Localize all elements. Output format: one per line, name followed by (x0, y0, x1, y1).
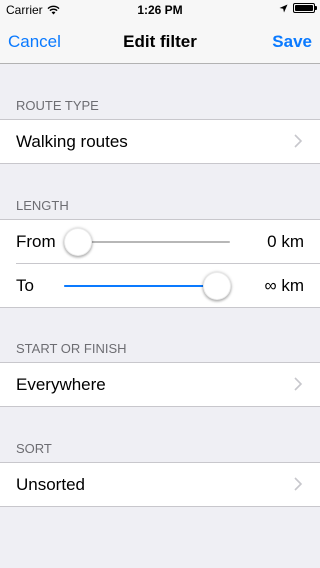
status-bar: Carrier 1:26 PM (0, 0, 320, 20)
length-from-slider-thumb[interactable] (64, 228, 92, 256)
length-from-label: From (16, 232, 56, 251)
route-type-header: ROUTE TYPE (16, 98, 99, 113)
sort-value: Unsorted (16, 475, 85, 494)
route-type-value: Walking routes (16, 132, 128, 151)
sort-group: Unsorted (0, 462, 320, 507)
length-from-slider[interactable] (64, 228, 230, 256)
length-header: LENGTH (16, 198, 69, 213)
route-type-cell[interactable]: Walking routes (0, 120, 320, 164)
length-group: From 0 km To ∞ km (0, 219, 320, 308)
length-from-value: 0 km (267, 232, 304, 251)
length-to-slider[interactable] (64, 272, 231, 300)
navigation-bar: Cancel Edit filter Save (0, 20, 320, 64)
start-or-finish-value: Everywhere (16, 375, 106, 394)
start-or-finish-header: START OR FINISH (16, 341, 127, 356)
location-arrow-icon (279, 4, 288, 12)
sort-cell[interactable]: Unsorted (0, 463, 320, 507)
status-time: 1:26 PM (137, 3, 183, 17)
battery-icon (293, 3, 317, 13)
length-to-slider-thumb[interactable] (203, 272, 231, 300)
length-to-label: To (16, 276, 34, 295)
chevron-right-icon (294, 134, 303, 148)
start-or-finish-cell[interactable]: Everywhere (0, 363, 320, 407)
route-type-group: Walking routes (0, 119, 320, 164)
status-right-icons (279, 3, 317, 13)
length-to-slider-fill (64, 285, 217, 287)
length-to-cell: To ∞ km (0, 264, 320, 308)
chevron-right-icon (294, 377, 303, 391)
start-or-finish-group: Everywhere (0, 362, 320, 407)
length-from-cell: From 0 km (0, 220, 320, 264)
save-button[interactable]: Save (272, 32, 312, 52)
chevron-right-icon (294, 477, 303, 491)
length-to-value: ∞ km (264, 276, 304, 295)
sort-header: SORT (16, 441, 52, 456)
